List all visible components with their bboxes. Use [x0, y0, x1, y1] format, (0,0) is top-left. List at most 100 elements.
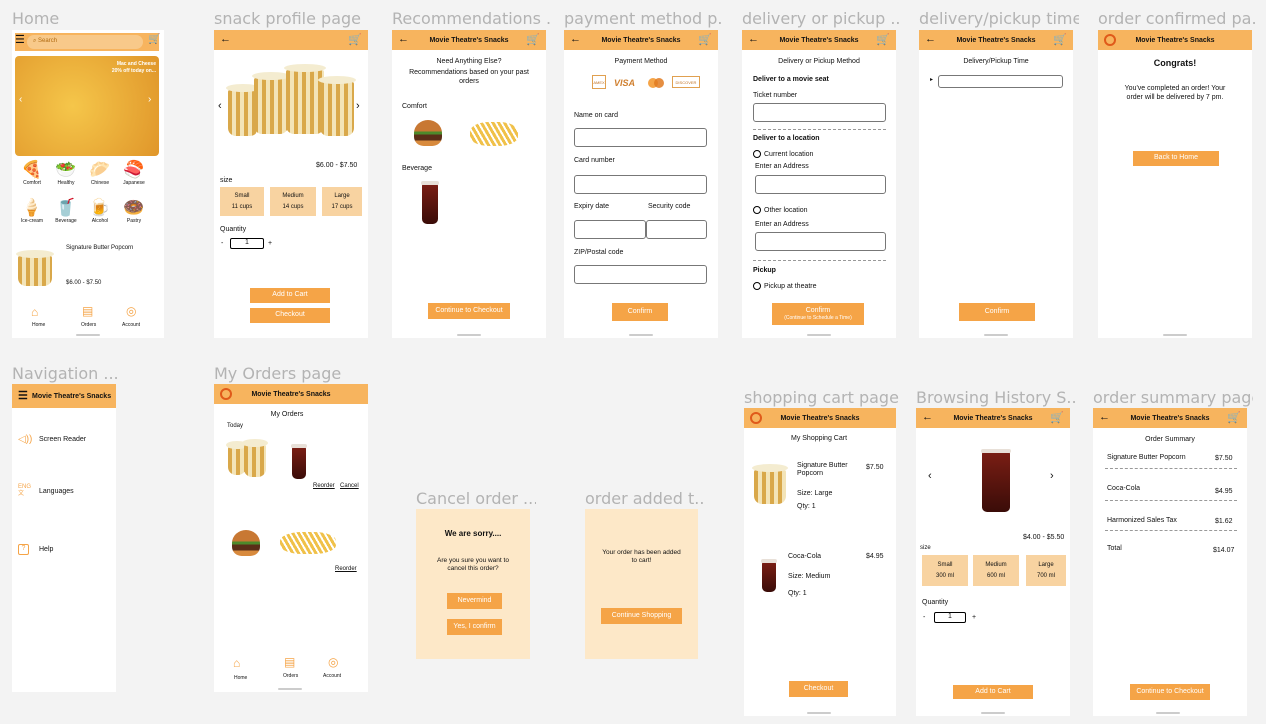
- featured-name[interactable]: Signature Butter Popcorn: [66, 245, 133, 251]
- home-icon[interactable]: ⌂: [31, 305, 38, 319]
- cart-icon[interactable]: 🛒: [348, 33, 362, 46]
- cola-image[interactable]: [421, 181, 439, 224]
- search-input[interactable]: ⌕ Search: [27, 35, 143, 49]
- reorder-link[interactable]: Reorder: [313, 483, 335, 489]
- mastercard-icon[interactable]: [648, 78, 664, 88]
- cart-icon[interactable]: 🛒: [698, 33, 712, 46]
- category-chinese[interactable]: 🥟 Chinese: [84, 160, 116, 186]
- size-medium[interactable]: Medium 14 cups: [270, 187, 316, 216]
- browsing-history-screen: ← Movie Theatre's Snacks 🛒 ‹ › $4.00 - $…: [916, 408, 1070, 716]
- cart-icon[interactable]: 🛒: [1053, 33, 1067, 46]
- name-on-card-field[interactable]: [574, 128, 707, 147]
- confirm-button[interactable]: Confirm: [612, 303, 668, 321]
- back-arrow-icon[interactable]: ←: [220, 33, 231, 45]
- yes-confirm-button[interactable]: Yes, I confirm: [447, 619, 502, 635]
- back-to-home-button[interactable]: Back to Home: [1133, 151, 1219, 166]
- cart-item2-price: $4.95: [866, 553, 884, 560]
- category-japanese[interactable]: 🍣 Japanese: [118, 160, 150, 186]
- burger-image[interactable]: [414, 120, 442, 146]
- quantity-plus[interactable]: +: [972, 614, 976, 621]
- nav-orders-label: Orders: [283, 673, 299, 679]
- cancel-link[interactable]: Cancel: [340, 483, 359, 489]
- confirm-button[interactable]: Confirm: [959, 303, 1035, 321]
- size-large[interactable]: Large 17 cups: [322, 187, 362, 216]
- continue-checkout-button[interactable]: Continue to Checkout: [1130, 684, 1210, 700]
- size-small[interactable]: Small 300 ml: [922, 555, 968, 586]
- quantity-minus[interactable]: -: [221, 240, 223, 247]
- quantity-input[interactable]: 1: [230, 238, 264, 249]
- orders-icon[interactable]: ▤: [82, 304, 93, 318]
- comfort-heading: Comfort: [402, 103, 427, 110]
- chevron-right-icon[interactable]: ›: [1050, 470, 1054, 482]
- other-location-option[interactable]: Other location: [753, 206, 808, 214]
- congrats-title: Congrats!: [1153, 58, 1197, 68]
- back-arrow-icon[interactable]: ←: [748, 33, 759, 45]
- home-icon[interactable]: ⌂: [233, 656, 240, 670]
- quantity-minus[interactable]: -: [923, 614, 925, 621]
- pickup-option[interactable]: Pickup at theatre: [753, 282, 817, 290]
- quantity-input[interactable]: 1: [934, 612, 966, 623]
- expiry-label: Expiry date: [574, 203, 610, 210]
- discover-icon[interactable]: DISCOVER: [672, 76, 700, 88]
- back-arrow-icon[interactable]: ←: [922, 411, 933, 423]
- chevron-right-icon[interactable]: ›: [148, 94, 151, 105]
- ticket-field[interactable]: [753, 103, 886, 122]
- hamburger-icon[interactable]: ☰: [15, 33, 25, 46]
- chevron-right-icon[interactable]: ›: [356, 100, 360, 112]
- nevermind-button[interactable]: Nevermind: [447, 593, 502, 609]
- quantity-plus[interactable]: +: [268, 240, 272, 247]
- time-select[interactable]: [938, 75, 1063, 88]
- amex-icon[interactable]: AMEX: [592, 75, 606, 89]
- chevron-left-icon[interactable]: ‹: [218, 100, 222, 112]
- confirm-schedule-button[interactable]: Confirm (Continue to Schedule a Time): [772, 303, 864, 325]
- size-medium[interactable]: Medium 600 ml: [973, 555, 1019, 586]
- visa-icon[interactable]: VISA: [614, 78, 635, 88]
- nav-screen-reader[interactable]: Screen Reader: [39, 436, 86, 443]
- address-field-2[interactable]: [755, 232, 886, 251]
- back-arrow-icon[interactable]: ←: [925, 33, 936, 45]
- cart-icon[interactable]: 🛒: [1227, 411, 1241, 424]
- continue-checkout-button[interactable]: Continue to Checkout: [428, 303, 510, 319]
- fries-image[interactable]: [470, 122, 518, 146]
- address-field-1[interactable]: [755, 175, 886, 194]
- back-arrow-icon[interactable]: ←: [398, 33, 409, 45]
- cart-icon[interactable]: 🛒: [148, 34, 160, 45]
- checkout-button[interactable]: Checkout: [789, 681, 848, 697]
- expiry-field[interactable]: [574, 220, 646, 239]
- add-to-cart-button[interactable]: Add to Cart: [953, 685, 1033, 699]
- security-code-field[interactable]: [646, 220, 707, 239]
- category-comfort[interactable]: 🍕 Comfort: [16, 160, 48, 186]
- featured-popcorn-image[interactable]: [16, 250, 54, 286]
- orders-icon[interactable]: ▤: [284, 655, 295, 669]
- continue-shopping-button[interactable]: Continue Shopping: [601, 608, 682, 624]
- nav-help[interactable]: Help: [39, 546, 53, 553]
- category-pastry[interactable]: 🍩 Pastry: [118, 198, 150, 224]
- chevron-left-icon[interactable]: ‹: [19, 94, 22, 105]
- add-to-cart-button[interactable]: Add to Cart: [250, 288, 330, 303]
- category-icecream[interactable]: 🍦 Ice-cream: [16, 198, 48, 224]
- nav-languages[interactable]: Languages: [39, 488, 74, 495]
- hamburger-icon[interactable]: ☰: [18, 389, 28, 402]
- cart-icon[interactable]: 🛒: [526, 33, 540, 46]
- zip-field[interactable]: [574, 265, 707, 284]
- checkout-button[interactable]: Checkout: [250, 308, 330, 323]
- cancel-message: Are you sure you want to cancel this ord…: [437, 557, 509, 573]
- cart-icon[interactable]: 🛒: [1050, 411, 1064, 424]
- size-small[interactable]: Small 11 cups: [220, 187, 264, 216]
- cart-icon[interactable]: 🛒: [876, 33, 890, 46]
- popcorn-image-medium: [252, 72, 290, 134]
- back-arrow-icon[interactable]: ←: [570, 33, 581, 45]
- back-arrow-icon[interactable]: ←: [1099, 411, 1110, 423]
- frame-title-shopping-cart: shopping cart page: [744, 388, 899, 407]
- current-location-option[interactable]: Current location: [753, 150, 813, 158]
- account-icon[interactable]: ◎: [328, 655, 338, 669]
- donut-icon: 🍩: [123, 198, 145, 217]
- category-healthy[interactable]: 🥗 Healthy: [50, 160, 82, 186]
- category-alcohol[interactable]: 🍺 Alcohol: [84, 198, 116, 224]
- reorder-link-2[interactable]: Reorder: [335, 566, 357, 572]
- category-beverage[interactable]: 🥤 Beverage: [50, 198, 82, 224]
- account-icon[interactable]: ◎: [126, 304, 136, 318]
- chevron-left-icon[interactable]: ‹: [928, 470, 932, 482]
- size-large[interactable]: Large 700 ml: [1026, 555, 1066, 586]
- card-number-field[interactable]: [574, 175, 707, 194]
